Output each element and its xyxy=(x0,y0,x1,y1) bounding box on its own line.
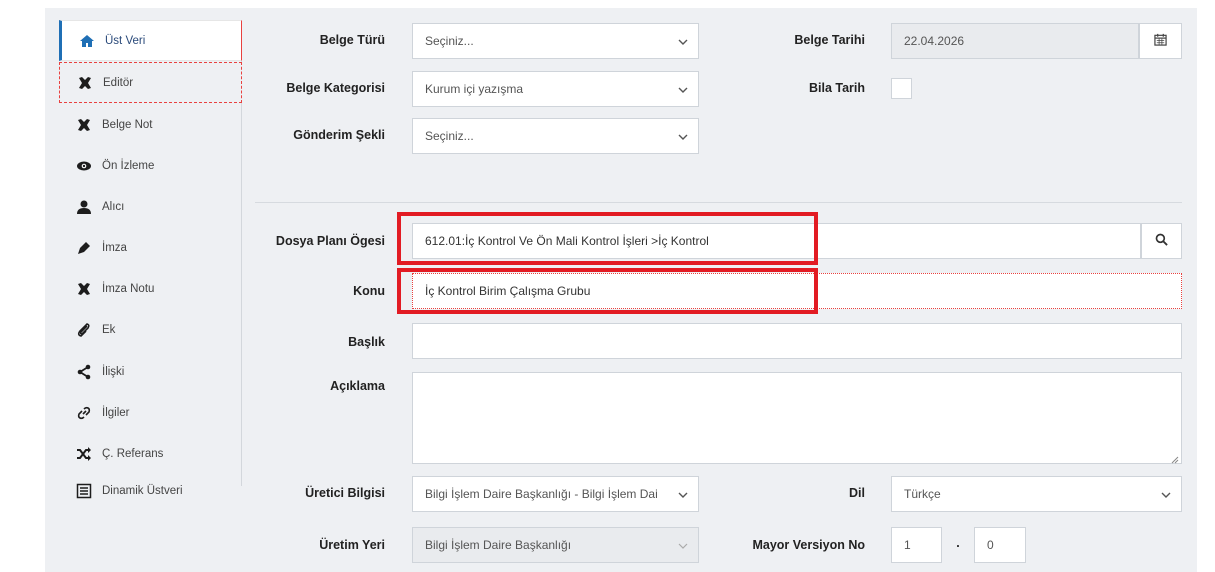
sidebar-item-label: İmza xyxy=(102,241,127,254)
sidebar-item-label: İmza Notu xyxy=(102,282,155,295)
gonderim-sekli-label: Gönderim Şekli xyxy=(293,128,385,142)
sidebar-item-ilgiler[interactable]: İlgiler xyxy=(59,392,242,433)
sidebar-item-label: Üst Veri xyxy=(105,34,146,47)
sidebar-item-dinamik-ustveri[interactable]: Dinamik Üstveri xyxy=(59,470,242,511)
sidebar-item-imza[interactable]: İmza xyxy=(59,227,242,268)
chevron-down-icon xyxy=(1161,489,1171,499)
uretim-yeri-label: Üretim Yeri xyxy=(319,538,385,552)
sidebar-item-label: İlişki xyxy=(102,365,125,378)
chevron-down-icon xyxy=(678,84,688,94)
aciklama-textarea[interactable] xyxy=(412,372,1182,464)
resize-grip-icon[interactable] xyxy=(1171,453,1179,464)
chevron-down-icon xyxy=(678,36,688,46)
major-version-value: 1 xyxy=(904,538,911,552)
version-separator: . xyxy=(956,536,960,550)
dosya-plani-input[interactable]: 612.01:İç Kontrol Ve Ön Mali Kontrol İşl… xyxy=(412,223,1141,259)
aciklama-label: Açıklama xyxy=(330,379,385,393)
share-icon xyxy=(75,363,93,381)
belge-turu-select[interactable]: Seçiniz... xyxy=(412,23,699,59)
dosya-plani-label: Dosya Planı Ögesi xyxy=(275,234,385,248)
sidebar-item-label: Belge Not xyxy=(102,118,153,131)
major-version-input[interactable]: 1 xyxy=(891,527,942,563)
baslik-label: Başlık xyxy=(348,335,385,349)
sidebar-item-belge-not[interactable]: Belge Not xyxy=(59,104,242,145)
belge-kategorisi-value: Kurum içi yazışma xyxy=(425,82,524,96)
dil-select[interactable]: Türkçe xyxy=(891,476,1182,512)
sidebar-item-label: Editör xyxy=(103,76,134,89)
belge-turu-label: Belge Türü xyxy=(319,33,385,47)
sidebar-item-imza-notu[interactable]: İmza Notu xyxy=(59,268,242,309)
sidebar-item-iliski[interactable]: İlişki xyxy=(59,351,242,392)
gonderim-sekli-value: Seçiniz... xyxy=(425,129,474,143)
pen-icon xyxy=(75,239,93,257)
home-icon xyxy=(78,32,96,50)
minor-version-input[interactable]: 0 xyxy=(974,527,1026,563)
chevron-down-icon xyxy=(678,131,688,141)
belge-tarihi-input[interactable]: 22.04.2026 xyxy=(891,23,1139,59)
sidebar-item-c-referans[interactable]: Ç. Referans xyxy=(59,433,242,474)
belge-turu-value: Seçiniz... xyxy=(425,34,474,48)
sidebar-item-label: Ön İzleme xyxy=(102,159,155,172)
tools-icon xyxy=(76,74,94,92)
mayor-versiyon-label: Mayor Versiyon No xyxy=(752,538,865,552)
sidebar-item-label: Dinamik Üstveri xyxy=(102,484,183,497)
list-icon xyxy=(75,482,93,500)
tools-icon xyxy=(75,280,93,298)
sidebar-item-on-izleme[interactable]: Ön İzleme xyxy=(59,145,242,186)
uretici-bilgisi-select[interactable]: Bilgi İşlem Daire Başkanlığı - Bilgi İşl… xyxy=(412,476,699,512)
dil-label: Dil xyxy=(849,486,865,500)
uretim-yeri-select[interactable]: Bilgi İşlem Daire Başkanlığı xyxy=(412,527,699,563)
uretici-bilgisi-value: Bilgi İşlem Daire Başkanlığı - Bilgi İşl… xyxy=(425,487,658,501)
belge-kategorisi-label: Belge Kategorisi xyxy=(286,81,385,95)
random-icon xyxy=(75,445,93,463)
sidebar-item-label: Alıcı xyxy=(102,200,125,213)
paperclip-icon xyxy=(75,321,93,339)
sidebar-item-label: Ek xyxy=(102,323,116,336)
gonderim-sekli-select[interactable]: Seçiniz... xyxy=(412,118,699,154)
sidebar-item-editor[interactable]: Editör xyxy=(59,62,242,103)
calendar-button[interactable] xyxy=(1139,23,1182,59)
belge-tarihi-label: Belge Tarihi xyxy=(794,33,865,47)
sidebar-item-label: Ç. Referans xyxy=(102,447,164,460)
search-button[interactable] xyxy=(1141,223,1182,259)
konu-input[interactable]: İç Kontrol Birim Çalışma Grubu xyxy=(412,273,1182,309)
dil-value: Türkçe xyxy=(904,487,941,501)
sidebar: Üst Veri Editör Belge Not Ön İzleme Alıc… xyxy=(59,20,242,498)
section-divider xyxy=(255,202,1182,203)
user-icon xyxy=(75,198,93,216)
belge-kategorisi-select[interactable]: Kurum içi yazışma xyxy=(412,71,699,107)
link-icon xyxy=(75,404,93,422)
eye-icon xyxy=(75,157,93,175)
belge-tarihi-value: 22.04.2026 xyxy=(904,34,965,48)
tools-icon xyxy=(75,116,93,134)
bila-tarih-checkbox[interactable] xyxy=(891,78,912,99)
sidebar-item-ek[interactable]: Ek xyxy=(59,309,242,350)
chevron-down-icon xyxy=(678,540,688,550)
konu-value: İç Kontrol Birim Çalışma Grubu xyxy=(425,284,591,298)
konu-label: Konu xyxy=(353,284,385,298)
dosya-plani-value: 612.01:İç Kontrol Ve Ön Mali Kontrol İşl… xyxy=(425,234,709,248)
bila-tarih-label: Bila Tarih xyxy=(808,81,865,95)
chevron-down-icon xyxy=(678,489,688,499)
minor-version-value: 0 xyxy=(987,538,994,552)
calendar-icon xyxy=(1154,33,1167,49)
baslik-input[interactable] xyxy=(412,323,1182,359)
sidebar-item-alici[interactable]: Alıcı xyxy=(59,186,242,227)
sidebar-item-ust-veri[interactable]: Üst Veri xyxy=(59,20,242,61)
search-icon xyxy=(1155,233,1168,249)
sidebar-item-label: İlgiler xyxy=(102,406,130,419)
uretici-bilgisi-label: Üretici Bilgisi xyxy=(305,486,385,500)
uretim-yeri-value: Bilgi İşlem Daire Başkanlığı xyxy=(425,538,572,552)
